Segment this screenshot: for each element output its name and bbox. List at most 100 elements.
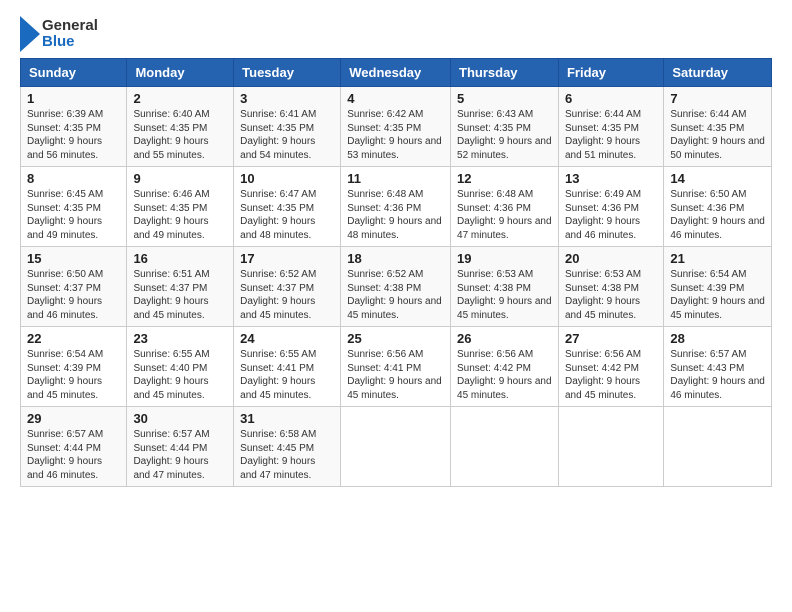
day-number: 12 [457,171,552,186]
day-number: 6 [565,91,657,106]
calendar-week-row: 8 Sunrise: 6:45 AMSunset: 4:35 PMDayligh… [21,167,772,247]
header-saturday: Saturday [664,59,772,87]
calendar-week-row: 15 Sunrise: 6:50 AMSunset: 4:37 PMDaylig… [21,247,772,327]
cell-text: Sunrise: 6:44 AMSunset: 4:35 PMDaylight:… [565,109,641,161]
calendar-cell: 4 Sunrise: 6:42 AMSunset: 4:35 PMDayligh… [341,87,451,167]
cell-text: Sunrise: 6:44 AMSunset: 4:35 PMDaylight:… [670,109,765,161]
calendar-cell: 20 Sunrise: 6:53 AMSunset: 4:38 PMDaylig… [558,247,663,327]
cell-text: Sunrise: 6:52 AMSunset: 4:37 PMDaylight:… [240,269,316,321]
cell-text: Sunrise: 6:57 AMSunset: 4:44 PMDaylight:… [27,429,103,481]
calendar-cell: 19 Sunrise: 6:53 AMSunset: 4:38 PMDaylig… [451,247,559,327]
cell-text: Sunrise: 6:49 AMSunset: 4:36 PMDaylight:… [565,189,641,241]
day-number: 10 [240,171,334,186]
header: General Blue [20,16,772,52]
calendar-week-row: 1 Sunrise: 6:39 AMSunset: 4:35 PMDayligh… [21,87,772,167]
day-number: 19 [457,251,552,266]
day-number: 2 [133,91,227,106]
calendar-cell: 28 Sunrise: 6:57 AMSunset: 4:43 PMDaylig… [664,327,772,407]
cell-text: Sunrise: 6:52 AMSunset: 4:38 PMDaylight:… [347,269,442,321]
calendar-cell [451,407,559,487]
day-number: 8 [27,171,120,186]
cell-text: Sunrise: 6:55 AMSunset: 4:40 PMDaylight:… [133,349,209,401]
cell-text: Sunrise: 6:46 AMSunset: 4:35 PMDaylight:… [133,189,209,241]
calendar-cell: 3 Sunrise: 6:41 AMSunset: 4:35 PMDayligh… [234,87,341,167]
day-number: 17 [240,251,334,266]
day-number: 26 [457,331,552,346]
day-number: 29 [27,411,120,426]
day-number: 30 [133,411,227,426]
cell-text: Sunrise: 6:50 AMSunset: 4:36 PMDaylight:… [670,189,765,241]
calendar-cell: 5 Sunrise: 6:43 AMSunset: 4:35 PMDayligh… [451,87,559,167]
cell-text: Sunrise: 6:43 AMSunset: 4:35 PMDaylight:… [457,109,552,161]
calendar-cell: 31 Sunrise: 6:58 AMSunset: 4:45 PMDaylig… [234,407,341,487]
cell-text: Sunrise: 6:42 AMSunset: 4:35 PMDaylight:… [347,109,442,161]
calendar-cell: 11 Sunrise: 6:48 AMSunset: 4:36 PMDaylig… [341,167,451,247]
calendar-cell: 30 Sunrise: 6:57 AMSunset: 4:44 PMDaylig… [127,407,234,487]
cell-text: Sunrise: 6:54 AMSunset: 4:39 PMDaylight:… [670,269,765,321]
day-number: 24 [240,331,334,346]
day-number: 31 [240,411,334,426]
cell-text: Sunrise: 6:56 AMSunset: 4:42 PMDaylight:… [457,349,552,401]
calendar-cell: 13 Sunrise: 6:49 AMSunset: 4:36 PMDaylig… [558,167,663,247]
day-number: 16 [133,251,227,266]
cell-text: Sunrise: 6:54 AMSunset: 4:39 PMDaylight:… [27,349,103,401]
day-number: 18 [347,251,444,266]
calendar-cell: 29 Sunrise: 6:57 AMSunset: 4:44 PMDaylig… [21,407,127,487]
cell-text: Sunrise: 6:40 AMSunset: 4:35 PMDaylight:… [133,109,209,161]
calendar-cell: 10 Sunrise: 6:47 AMSunset: 4:35 PMDaylig… [234,167,341,247]
cell-text: Sunrise: 6:58 AMSunset: 4:45 PMDaylight:… [240,429,316,481]
calendar-cell: 16 Sunrise: 6:51 AMSunset: 4:37 PMDaylig… [127,247,234,327]
day-number: 13 [565,171,657,186]
calendar-cell: 12 Sunrise: 6:48 AMSunset: 4:36 PMDaylig… [451,167,559,247]
day-number: 21 [670,251,765,266]
header-tuesday: Tuesday [234,59,341,87]
calendar-cell: 8 Sunrise: 6:45 AMSunset: 4:35 PMDayligh… [21,167,127,247]
logo-blue-text: Blue [42,34,98,51]
calendar-cell: 27 Sunrise: 6:56 AMSunset: 4:42 PMDaylig… [558,327,663,407]
calendar-week-row: 22 Sunrise: 6:54 AMSunset: 4:39 PMDaylig… [21,327,772,407]
calendar-cell: 2 Sunrise: 6:40 AMSunset: 4:35 PMDayligh… [127,87,234,167]
calendar-cell: 18 Sunrise: 6:52 AMSunset: 4:38 PMDaylig… [341,247,451,327]
day-number: 11 [347,171,444,186]
calendar-week-row: 29 Sunrise: 6:57 AMSunset: 4:44 PMDaylig… [21,407,772,487]
cell-text: Sunrise: 6:48 AMSunset: 4:36 PMDaylight:… [457,189,552,241]
calendar-cell [664,407,772,487]
calendar-cell: 17 Sunrise: 6:52 AMSunset: 4:37 PMDaylig… [234,247,341,327]
day-number: 20 [565,251,657,266]
header-sunday: Sunday [21,59,127,87]
day-number: 25 [347,331,444,346]
calendar-cell: 6 Sunrise: 6:44 AMSunset: 4:35 PMDayligh… [558,87,663,167]
day-number: 7 [670,91,765,106]
day-number: 28 [670,331,765,346]
day-number: 27 [565,331,657,346]
cell-text: Sunrise: 6:56 AMSunset: 4:42 PMDaylight:… [565,349,641,401]
day-number: 23 [133,331,227,346]
day-number: 22 [27,331,120,346]
cell-text: Sunrise: 6:41 AMSunset: 4:35 PMDaylight:… [240,109,316,161]
day-number: 4 [347,91,444,106]
day-number: 9 [133,171,227,186]
day-number: 1 [27,91,120,106]
header-friday: Friday [558,59,663,87]
day-number: 3 [240,91,334,106]
calendar-table: SundayMondayTuesdayWednesdayThursdayFrid… [20,58,772,487]
calendar-cell [341,407,451,487]
calendar-cell: 7 Sunrise: 6:44 AMSunset: 4:35 PMDayligh… [664,87,772,167]
cell-text: Sunrise: 6:39 AMSunset: 4:35 PMDaylight:… [27,109,103,161]
header-monday: Monday [127,59,234,87]
day-number: 15 [27,251,120,266]
cell-text: Sunrise: 6:47 AMSunset: 4:35 PMDaylight:… [240,189,316,241]
cell-text: Sunrise: 6:48 AMSunset: 4:36 PMDaylight:… [347,189,442,241]
logo: General Blue [20,16,98,52]
cell-text: Sunrise: 6:51 AMSunset: 4:37 PMDaylight:… [133,269,209,321]
calendar-cell: 25 Sunrise: 6:56 AMSunset: 4:41 PMDaylig… [341,327,451,407]
cell-text: Sunrise: 6:56 AMSunset: 4:41 PMDaylight:… [347,349,442,401]
cell-text: Sunrise: 6:53 AMSunset: 4:38 PMDaylight:… [565,269,641,321]
cell-text: Sunrise: 6:57 AMSunset: 4:44 PMDaylight:… [133,429,209,481]
cell-text: Sunrise: 6:53 AMSunset: 4:38 PMDaylight:… [457,269,552,321]
calendar-cell: 22 Sunrise: 6:54 AMSunset: 4:39 PMDaylig… [21,327,127,407]
calendar-cell: 15 Sunrise: 6:50 AMSunset: 4:37 PMDaylig… [21,247,127,327]
header-thursday: Thursday [451,59,559,87]
day-number: 14 [670,171,765,186]
day-number: 5 [457,91,552,106]
